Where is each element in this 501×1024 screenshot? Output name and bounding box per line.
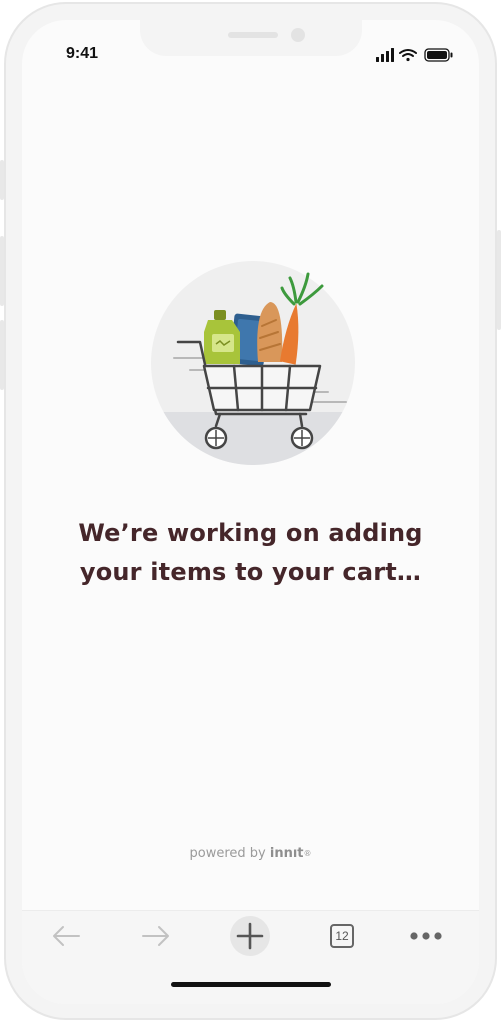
loading-message-line-1: We’re working on adding (78, 519, 423, 547)
back-button[interactable] (46, 911, 86, 961)
shopping-cart-illustration (151, 261, 355, 465)
browser-toolbar: 12 (22, 910, 479, 1004)
loading-message-line-2: your items to your cart… (79, 558, 422, 586)
arrow-left-icon (53, 926, 80, 946)
tabs-button[interactable]: 12 (322, 911, 362, 961)
wifi-icon (399, 49, 417, 62)
volume-up-button (0, 236, 4, 306)
forward-button[interactable] (136, 911, 176, 961)
new-tab-button[interactable] (228, 911, 272, 961)
loading-message: We’re working on adding your items to yo… (22, 514, 479, 592)
front-camera (291, 28, 305, 42)
powered-by: powered by innıt® (22, 846, 479, 861)
brand-logo: innıt (269, 846, 304, 861)
side-button (0, 160, 4, 200)
home-indicator[interactable] (171, 982, 331, 987)
ellipsis-icon (410, 932, 442, 940)
tabs-count: 12 (330, 924, 354, 948)
speaker (228, 32, 278, 38)
signal-icon (376, 48, 394, 62)
power-button (497, 230, 501, 330)
brand-mark: ® (303, 849, 312, 858)
plus-icon (230, 916, 270, 956)
status-icons (376, 48, 453, 62)
phone-screen: 9:41 We’re working on adding your items … (22, 20, 479, 1004)
powered-by-label: powered by (189, 846, 266, 861)
notch (140, 20, 362, 56)
arrow-right-icon (142, 926, 169, 946)
volume-down-button (0, 320, 4, 390)
status-time: 9:41 (66, 45, 99, 62)
more-button[interactable] (406, 911, 446, 961)
battery-icon (424, 48, 453, 62)
